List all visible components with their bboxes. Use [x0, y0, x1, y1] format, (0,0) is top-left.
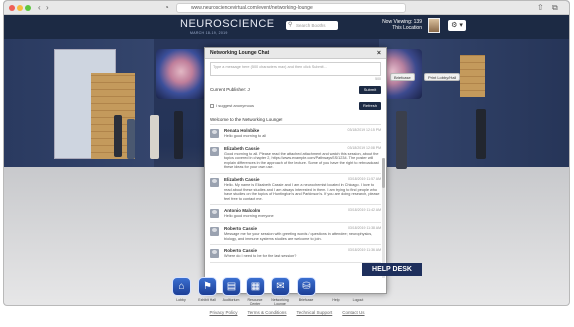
anonymous-label: I suggest anonymous	[216, 103, 255, 108]
chat-message: Antonio Malcolm 03/18/2019 11:42 AM Hello …	[210, 205, 381, 223]
address-bar[interactable]: www.neurosciencevirtual.com/event/networ…	[176, 3, 406, 13]
schedule-icon[interactable]: ▤	[222, 277, 241, 296]
close-icon[interactable]: ×	[377, 48, 381, 59]
user-icon	[210, 146, 219, 156]
modal-title: Networking Lounge Chat	[210, 50, 270, 56]
scrollbar-thumb[interactable]	[382, 158, 385, 188]
browser-window: ‹ › ◔ www.neurosciencevirtual.com/event/…	[3, 0, 570, 306]
publisher-row: Current Publisher: J Submit	[210, 85, 381, 97]
share-icon[interactable]: ⇧	[537, 3, 544, 13]
submit-button[interactable]: Submit	[359, 86, 381, 94]
message-time: 03/18/2019 11:38 AM	[347, 225, 381, 230]
close-window-icon[interactable]	[9, 5, 15, 11]
message-time: 03/18/2019 11:42 AM	[347, 208, 381, 213]
options-row: I suggest anonymous Refresh	[210, 101, 381, 113]
message-text: Hello. My name is Elizabeth Cassie and I…	[224, 182, 380, 201]
wood-panel-right	[460, 55, 485, 97]
viewing-count: Now Viewing: 139 This Location	[382, 19, 422, 31]
user-icon	[210, 177, 219, 187]
footer-link[interactable]: Terms & Conditions	[247, 310, 286, 315]
scrollbar[interactable]	[382, 158, 385, 278]
dock-label: Exhibit Hall	[198, 298, 216, 302]
user-icon	[210, 129, 219, 138]
welcome-text: Welcome to the Networking Lounge!	[210, 117, 381, 125]
anonymous-checkbox[interactable]: I suggest anonymous	[210, 103, 254, 108]
message-time: 03/18/2019 11:57 AM	[347, 176, 381, 181]
attendee-figure	[396, 111, 407, 169]
site-logo-subtitle: MARCH 18-19, 2019	[190, 31, 228, 35]
attendee-figure	[150, 115, 159, 159]
attendee-figure	[476, 109, 486, 159]
dock-label: Lobby	[176, 298, 186, 302]
briefcase-button[interactable]: Briefcase	[390, 73, 415, 81]
chat-modal: Networking Lounge Chat × Type a message …	[204, 47, 387, 294]
dock-small-link[interactable]: Help	[324, 298, 348, 302]
site-header: NEUROSCIENCE MARCH 18-19, 2019 ⚲ Search …	[4, 15, 569, 39]
message-text: Message me for your session with greetin…	[224, 231, 373, 241]
message-text: Good morning to all. Please read the att…	[224, 151, 379, 170]
message-list: Renata Holnbike 03/18/2019 12:15 PM Hello …	[205, 125, 386, 263]
chat-message: Roberto Cassie 03/18/2019 11:38 AM Message…	[210, 223, 381, 246]
message-text: Hello good morning to all	[224, 134, 267, 138]
message-time: 03/18/2019 12:15 PM	[347, 128, 381, 132]
search-placeholder: Search Booths	[296, 23, 326, 28]
checkbox-icon	[210, 103, 214, 108]
bottom-dock: ⌂ Lobby ⚑ Exhibit Hall ▤ Auditorium ▦ Resource …	[164, 277, 384, 306]
avatar[interactable]	[428, 18, 440, 33]
print-button[interactable]: Print Lobby/Hall	[424, 73, 461, 81]
help-desk-sign[interactable]: HELP DESK	[362, 263, 422, 276]
user-icon	[210, 249, 219, 259]
site-logo[interactable]: NEUROSCIENCE	[180, 18, 275, 30]
footer-links: Privacy Policy Terms & Conditions Technica…	[0, 310, 574, 320]
settings-menu-button[interactable]: ⚙ ▾	[448, 20, 466, 31]
chat-message: Roberto Cassie 03/18/2019 11:36 AM Where d…	[210, 245, 381, 263]
footer-link[interactable]: Privacy Policy	[209, 310, 237, 315]
viewing-count-sub: This Location	[392, 25, 422, 31]
attendee-figure	[114, 115, 122, 157]
search-icon: ⚲	[288, 22, 293, 28]
footer-link[interactable]: Contact Us	[342, 310, 364, 315]
chat-message: Renata Holnbike 03/18/2019 12:15 PM Hello …	[210, 125, 381, 143]
message-text: Hello good morning everyone	[224, 214, 274, 219]
minimize-window-icon[interactable]	[17, 5, 23, 11]
publisher-name: Current Publisher: J	[210, 87, 250, 92]
user-icon	[210, 209, 219, 219]
dock-label: Briefcase	[298, 298, 314, 302]
chat-icon[interactable]: ✉	[271, 277, 290, 296]
brain-image-left	[156, 49, 206, 99]
message-input[interactable]: Type a message here (500 characters max)…	[210, 62, 381, 76]
resource-icon[interactable]: ▦	[246, 277, 265, 296]
dock-small-link[interactable]: Logout	[346, 298, 370, 302]
tabs-icon[interactable]: ⧉	[552, 3, 558, 13]
user-icon	[210, 226, 219, 236]
exhibit-icon[interactable]: ⚑	[198, 277, 217, 296]
attendee-figure	[174, 111, 183, 159]
message-time: 03/18/2019 11:36 AM	[347, 248, 381, 253]
footer-link[interactable]: Technical Support	[296, 310, 332, 315]
chat-message: Elizabeth Cassie 03/18/2019 12:08 PM Good …	[210, 143, 381, 174]
attendee-figure	[127, 119, 135, 159]
dock-label: Resource Center	[247, 298, 263, 306]
message-text: Where do I need to be for the last sessi…	[224, 254, 297, 259]
chat-message: Elizabeth Cassie 03/18/2019 11:57 AM Hello…	[210, 174, 381, 206]
shield-icon[interactable]: ◔	[164, 3, 169, 13]
home-icon[interactable]: ⌂	[172, 277, 191, 296]
forward-icon[interactable]: ›	[46, 3, 49, 13]
dock-label: Networking Lounge	[271, 298, 289, 306]
briefcase-icon[interactable]: ⛁	[297, 277, 316, 296]
dock-label: Auditorium	[222, 298, 240, 302]
message-time: 03/18/2019 12:08 PM	[347, 145, 381, 150]
back-icon[interactable]: ‹	[38, 3, 41, 13]
search-input[interactable]: ⚲ Search Booths	[286, 21, 338, 30]
maximize-window-icon[interactable]	[25, 5, 31, 11]
character-counter: 500	[375, 77, 381, 81]
modal-header: Networking Lounge Chat ×	[205, 48, 386, 59]
browser-chrome: ‹ › ◔ www.neurosciencevirtual.com/event/…	[4, 1, 569, 15]
refresh-button[interactable]: Refresh	[359, 102, 381, 110]
